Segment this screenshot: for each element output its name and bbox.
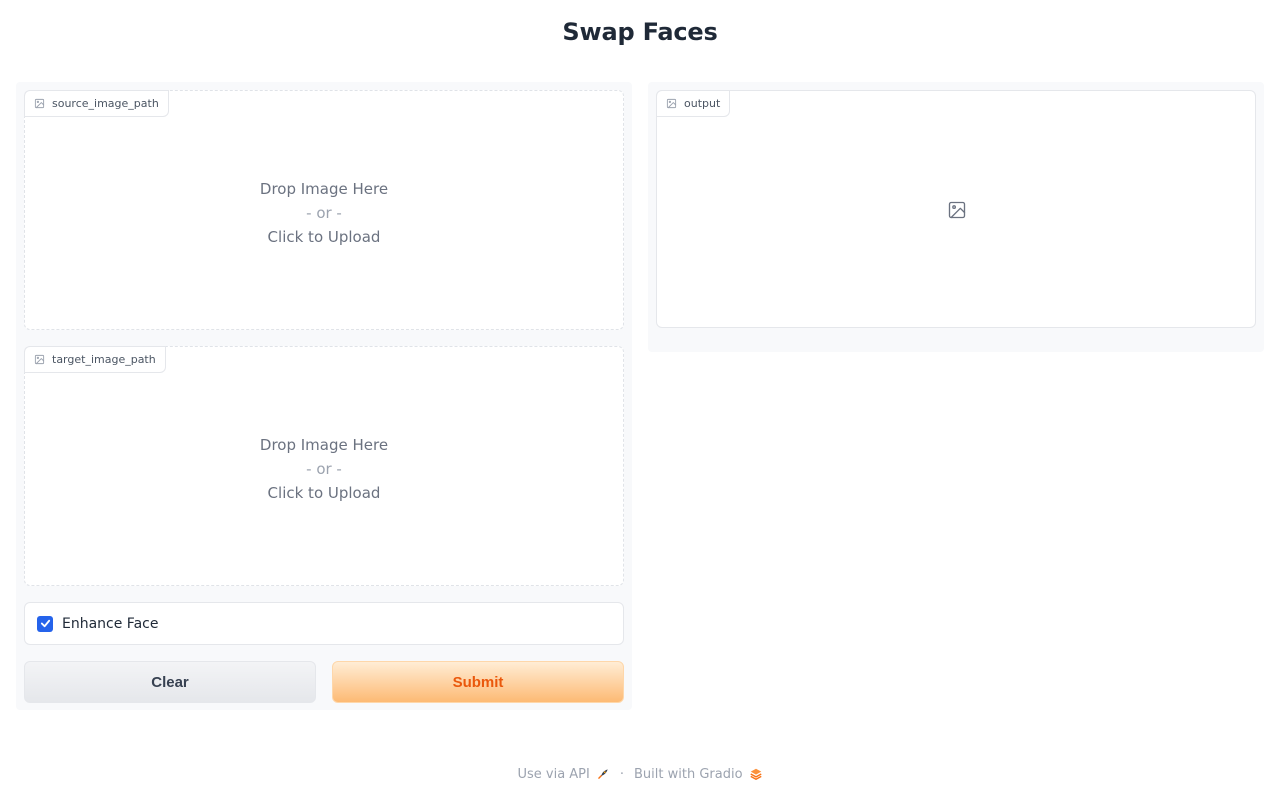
enhance-face-option: Enhance Face [24,602,624,645]
drop-line-or: - or - [306,460,342,478]
target-drop-zone-text: Drop Image Here - or - Click to Upload [25,433,623,505]
input-panel: source_image_path Drop Image Here - or -… [16,82,632,710]
rocket-icon [596,767,610,781]
drop-line-primary: Drop Image Here [259,436,389,454]
output-panel: output [648,82,1264,352]
target-image-label-tag: target_image_path [24,346,166,373]
image-icon [34,354,45,365]
target-image-label: target_image_path [52,353,156,366]
clear-button[interactable]: Clear [24,661,316,703]
built-with-gradio-link[interactable]: Built with Gradio [634,767,763,782]
drop-line-or: - or - [306,204,342,222]
footer: Use via API · Built with Gradio [0,764,1280,784]
drop-line-upload: Click to Upload [267,228,381,246]
use-via-api-link[interactable]: Use via API [517,767,609,782]
output-image: output [656,90,1256,328]
footer-separator: · [619,766,624,782]
use-via-api-label: Use via API [517,766,590,782]
drop-line-primary: Drop Image Here [259,180,389,198]
check-icon [40,619,50,628]
enhance-face-checkbox[interactable] [37,615,53,632]
source-image-upload[interactable]: source_image_path Drop Image Here - or -… [24,90,624,330]
source-image-label-tag: source_image_path [24,90,169,117]
image-icon [666,98,677,109]
page-title: Swap Faces [562,18,718,46]
image-icon [34,98,45,109]
output-label-tag: output [656,90,731,117]
source-image-label: source_image_path [52,97,159,110]
output-label: output [684,97,721,110]
source-drop-zone-text: Drop Image Here - or - Click to Upload [25,177,623,249]
built-with-gradio-label: Built with Gradio [634,766,743,782]
target-image-upload[interactable]: target_image_path Drop Image Here - or -… [24,346,624,586]
gradio-logo-icon [749,767,763,781]
image-placeholder-icon [947,200,967,220]
drop-line-upload: Click to Upload [267,484,381,502]
submit-button[interactable]: Submit [332,661,624,703]
enhance-face-label[interactable]: Enhance Face [62,616,158,632]
